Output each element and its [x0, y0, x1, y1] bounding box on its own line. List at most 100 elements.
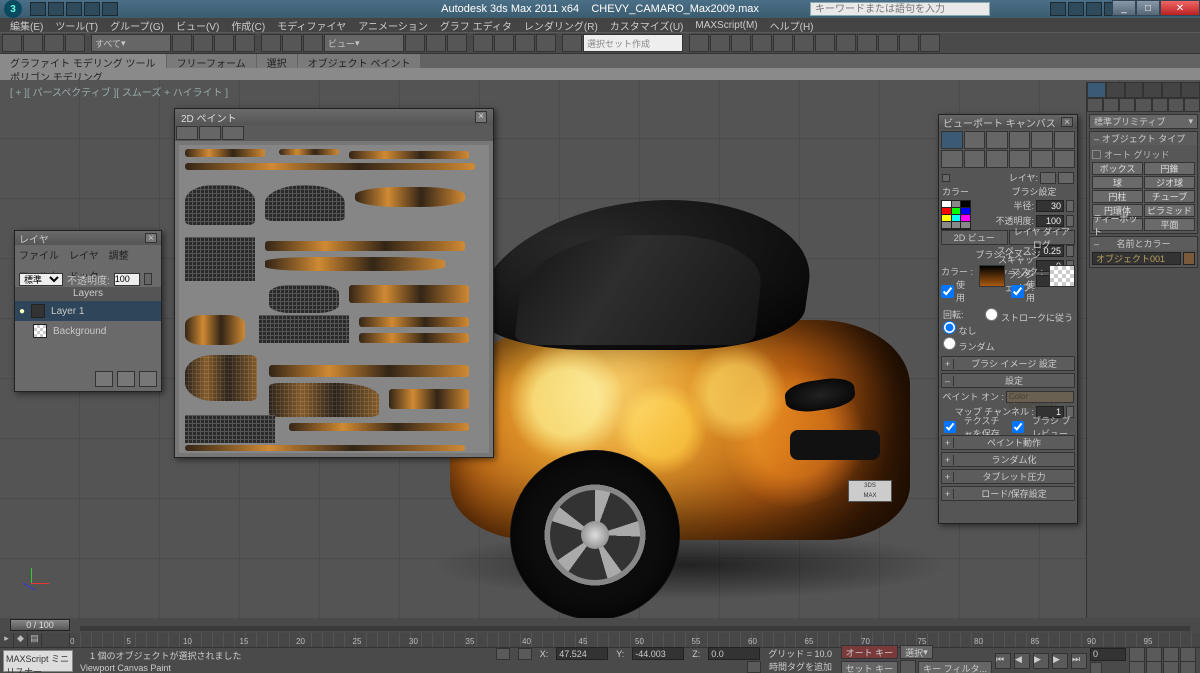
vc-param-input[interactable] — [1036, 200, 1064, 212]
paint2d-view-icon[interactable] — [199, 126, 221, 140]
ribbon-tab-freeform[interactable]: フリーフォーム — [167, 54, 256, 68]
menu-tools[interactable]: ツール(T) — [55, 18, 98, 33]
snap-toggle-icon[interactable] — [473, 34, 493, 52]
menu-grapheditors[interactable]: グラフ エディタ — [440, 18, 512, 33]
time-slider-thumb[interactable]: 0 / 100 — [10, 619, 70, 631]
render-production-icon[interactable] — [878, 34, 898, 52]
vc-tool-blur-icon[interactable] — [1009, 131, 1031, 149]
menu-edit[interactable]: 編集(E) — [10, 18, 43, 33]
vc-roll-settings[interactable]: –設定 — [941, 373, 1075, 388]
cat-geometry-icon[interactable] — [1087, 98, 1103, 112]
goto-start-icon[interactable]: ⏮ — [995, 653, 1011, 669]
object-name-input[interactable] — [1092, 252, 1181, 265]
vc-2dview-button[interactable]: 2D ビュー — [942, 231, 1007, 244]
vc-layer-a-icon[interactable] — [1040, 172, 1056, 184]
mirror-icon[interactable] — [689, 34, 709, 52]
curve-editor-icon[interactable] — [773, 34, 793, 52]
plus-icon[interactable] — [942, 174, 950, 182]
vc-painton-button[interactable]: Color (Reflectance) — [1006, 391, 1074, 403]
rendered-frame-icon[interactable] — [857, 34, 877, 52]
paint2d-fit-icon[interactable] — [222, 126, 244, 140]
menu-maxscript[interactable]: MAXScript(M) — [695, 20, 757, 31]
vc-tool-erase-icon[interactable] — [964, 131, 986, 149]
layer-manager-icon[interactable] — [731, 34, 751, 52]
render-iterative-icon[interactable] — [899, 34, 919, 52]
select-region-icon[interactable] — [214, 34, 234, 52]
abs-rel-icon[interactable] — [518, 648, 532, 660]
ref-coord-dropdown[interactable]: ビュー ▾ — [324, 34, 404, 52]
menu-modifiers[interactable]: モディファイヤ — [277, 18, 346, 33]
layer-new-icon[interactable] — [95, 371, 113, 387]
nav-orbit-icon[interactable] — [1163, 661, 1179, 673]
qat-undo-icon[interactable] — [84, 2, 100, 16]
undo-icon[interactable] — [2, 34, 22, 52]
qat-save-icon[interactable] — [66, 2, 82, 16]
spinner-snap-icon[interactable] — [536, 34, 556, 52]
search-input[interactable] — [811, 3, 989, 15]
uv-canvas[interactable] — [179, 145, 489, 453]
key-big-icon[interactable] — [900, 660, 916, 673]
favorites-icon[interactable] — [1086, 2, 1102, 16]
communication-icon[interactable] — [1068, 2, 1084, 16]
layers-menu-adjust[interactable]: 調整 — [109, 247, 129, 262]
keyboard-shortcut-icon[interactable] — [447, 34, 467, 52]
tab-utilities-icon[interactable] — [1181, 82, 1200, 98]
prim-円柱[interactable]: 円柱 — [1092, 190, 1143, 203]
cat-shapes-icon[interactable] — [1103, 98, 1119, 112]
menu-help[interactable]: ヘルプ(H) — [770, 18, 814, 33]
vc-bi-color-thumb[interactable] — [979, 265, 1005, 287]
scale-icon[interactable] — [303, 34, 323, 52]
edit-named-sel-icon[interactable] — [562, 34, 582, 52]
angle-snap-icon[interactable] — [494, 34, 514, 52]
object-color-swatch[interactable] — [1183, 252, 1195, 265]
opacity-input[interactable] — [114, 273, 140, 286]
vc-roll-randomize[interactable]: +ランダム化 — [941, 452, 1075, 467]
vc-tool-dodge-icon[interactable] — [964, 150, 986, 168]
prev-frame-icon[interactable]: ◀ — [1014, 653, 1030, 669]
tab-display-icon[interactable] — [1162, 82, 1181, 98]
autogrid-check[interactable]: オート グリッド — [1092, 147, 1195, 162]
vc-tool-fill-icon[interactable] — [941, 150, 963, 168]
key-mode-dropdown[interactable]: 選択 ▾ — [900, 645, 933, 659]
ribbon-toggle-icon[interactable] — [752, 34, 772, 52]
vc-rot-stroke-radio[interactable] — [985, 308, 998, 321]
vc-roll-loadsave[interactable]: +ロード/保存設定 — [941, 486, 1075, 501]
prim-チューブ[interactable]: チューブ — [1144, 190, 1195, 203]
window-2d-paint-titlebar[interactable]: 2D ペイント × — [175, 109, 493, 125]
cat-spacewarps-icon[interactable] — [1168, 98, 1184, 112]
blend-mode-dropdown[interactable]: 標準 — [19, 273, 63, 286]
opacity-spinner[interactable] — [144, 273, 152, 285]
select-by-name-icon[interactable] — [193, 34, 213, 52]
tab-motion-icon[interactable] — [1143, 82, 1162, 98]
current-frame-input[interactable]: 0 — [1090, 648, 1126, 661]
vc-tool-burn-icon[interactable] — [986, 150, 1008, 168]
vc-rot-none-radio[interactable] — [943, 321, 956, 334]
cat-systems-icon[interactable] — [1184, 98, 1200, 112]
vc-layer-b-icon[interactable] — [1058, 172, 1074, 184]
setkey-button[interactable]: セット キー — [841, 661, 899, 673]
prim-球[interactable]: 球 — [1092, 176, 1143, 189]
menu-views[interactable]: ビュー(V) — [176, 18, 219, 33]
vc-bi-mask-thumb[interactable] — [1049, 265, 1075, 287]
infocenter-search[interactable] — [810, 2, 990, 16]
coord-z-input[interactable]: 0.0 — [708, 647, 760, 660]
spinner-icon[interactable] — [1066, 200, 1074, 212]
qat-open-icon[interactable] — [48, 2, 64, 16]
layer-row-1[interactable]: ● Layer 1 — [15, 301, 161, 321]
tab-create-icon[interactable] — [1087, 82, 1106, 98]
selection-filter-dropdown[interactable]: すべて ▾ — [91, 34, 171, 52]
time-slider-track[interactable] — [80, 626, 1190, 631]
nav-walk-icon[interactable] — [1146, 661, 1162, 673]
coord-y-input[interactable]: -44.003 — [632, 647, 684, 660]
ribbon-tab-graphite[interactable]: グラファイト モデリング ツール — [0, 54, 166, 68]
window-layers-titlebar[interactable]: レイヤ × — [15, 231, 161, 245]
next-frame-icon[interactable]: ▶ — [1052, 653, 1068, 669]
app-menu-button[interactable]: 3 — [4, 0, 22, 18]
manipulate-icon[interactable] — [426, 34, 446, 52]
select-object-icon[interactable] — [172, 34, 192, 52]
vc-tool-smudge-icon[interactable] — [1054, 131, 1076, 149]
menu-animation[interactable]: アニメーション — [358, 18, 428, 33]
vc-brushpreview-check[interactable] — [1010, 421, 1026, 433]
window-2d-paint-close-icon[interactable]: × — [475, 111, 487, 123]
schematic-view-icon[interactable] — [794, 34, 814, 52]
